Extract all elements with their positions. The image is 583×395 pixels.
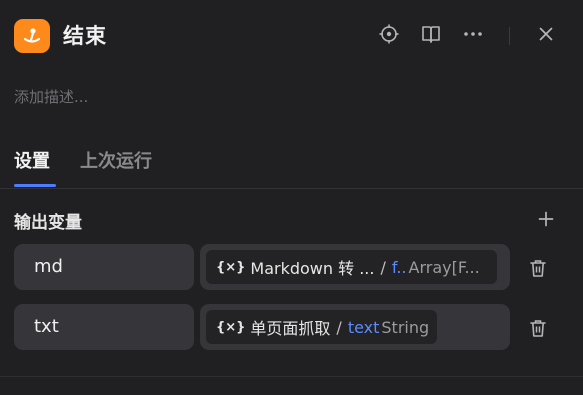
- book-icon[interactable]: [419, 22, 443, 46]
- source-node-name: Markdown 转 ...: [250, 259, 375, 278]
- path-separator: /: [380, 257, 386, 277]
- tab-settings[interactable]: 设置: [14, 147, 50, 173]
- add-output-button[interactable]: [535, 208, 557, 230]
- trash-icon: [530, 320, 546, 337]
- output-row: md {×} Markdown 转 ... / f.. Array[F...: [14, 244, 564, 292]
- variable-reference-chip[interactable]: {×} 单页面抓取 / text String: [206, 310, 438, 344]
- source-node-name: 单页面抓取: [250, 319, 331, 338]
- header-divider: [509, 27, 510, 45]
- end-node-icon: [23, 28, 41, 43]
- variable-reference-chip[interactable]: {×} Markdown 转 ... / f.. Array[F...: [206, 250, 497, 284]
- variable-field-name: text: [347, 317, 380, 337]
- node-title[interactable]: 结束: [63, 20, 107, 50]
- output-value-selector[interactable]: {×} Markdown 转 ... / f.. Array[F...: [200, 244, 510, 290]
- output-row: txt {×} 单页面抓取 / text String: [14, 304, 564, 352]
- more-icon[interactable]: [461, 22, 485, 46]
- end-node-logo: [14, 19, 50, 53]
- close-icon[interactable]: [534, 22, 558, 46]
- delete-output-button[interactable]: [526, 256, 550, 280]
- panel-header: 结束: [0, 0, 583, 72]
- output-value-selector[interactable]: {×} 单页面抓取 / text String: [200, 304, 510, 350]
- variable-icon: {×}: [216, 259, 246, 275]
- bottom-divider: [0, 376, 583, 377]
- tab-last-run[interactable]: 上次运行: [80, 147, 152, 173]
- variable-field-name: f..: [391, 257, 407, 277]
- output-variables-title: 输出变量: [14, 213, 82, 233]
- plus-icon: [538, 211, 554, 227]
- locate-icon[interactable]: [377, 22, 401, 46]
- description-input[interactable]: 添加描述...: [14, 86, 88, 107]
- output-name-field[interactable]: md: [14, 244, 194, 290]
- path-separator: /: [336, 317, 342, 337]
- trash-icon: [530, 260, 546, 277]
- delete-output-button[interactable]: [526, 316, 550, 340]
- tab-bar: 设置 上次运行: [0, 140, 583, 189]
- variable-type: Array[F...: [408, 257, 480, 277]
- variable-icon: {×}: [216, 319, 246, 335]
- variable-type: String: [381, 317, 430, 337]
- output-name-field[interactable]: txt: [14, 304, 194, 350]
- active-tab-indicator: [14, 184, 56, 187]
